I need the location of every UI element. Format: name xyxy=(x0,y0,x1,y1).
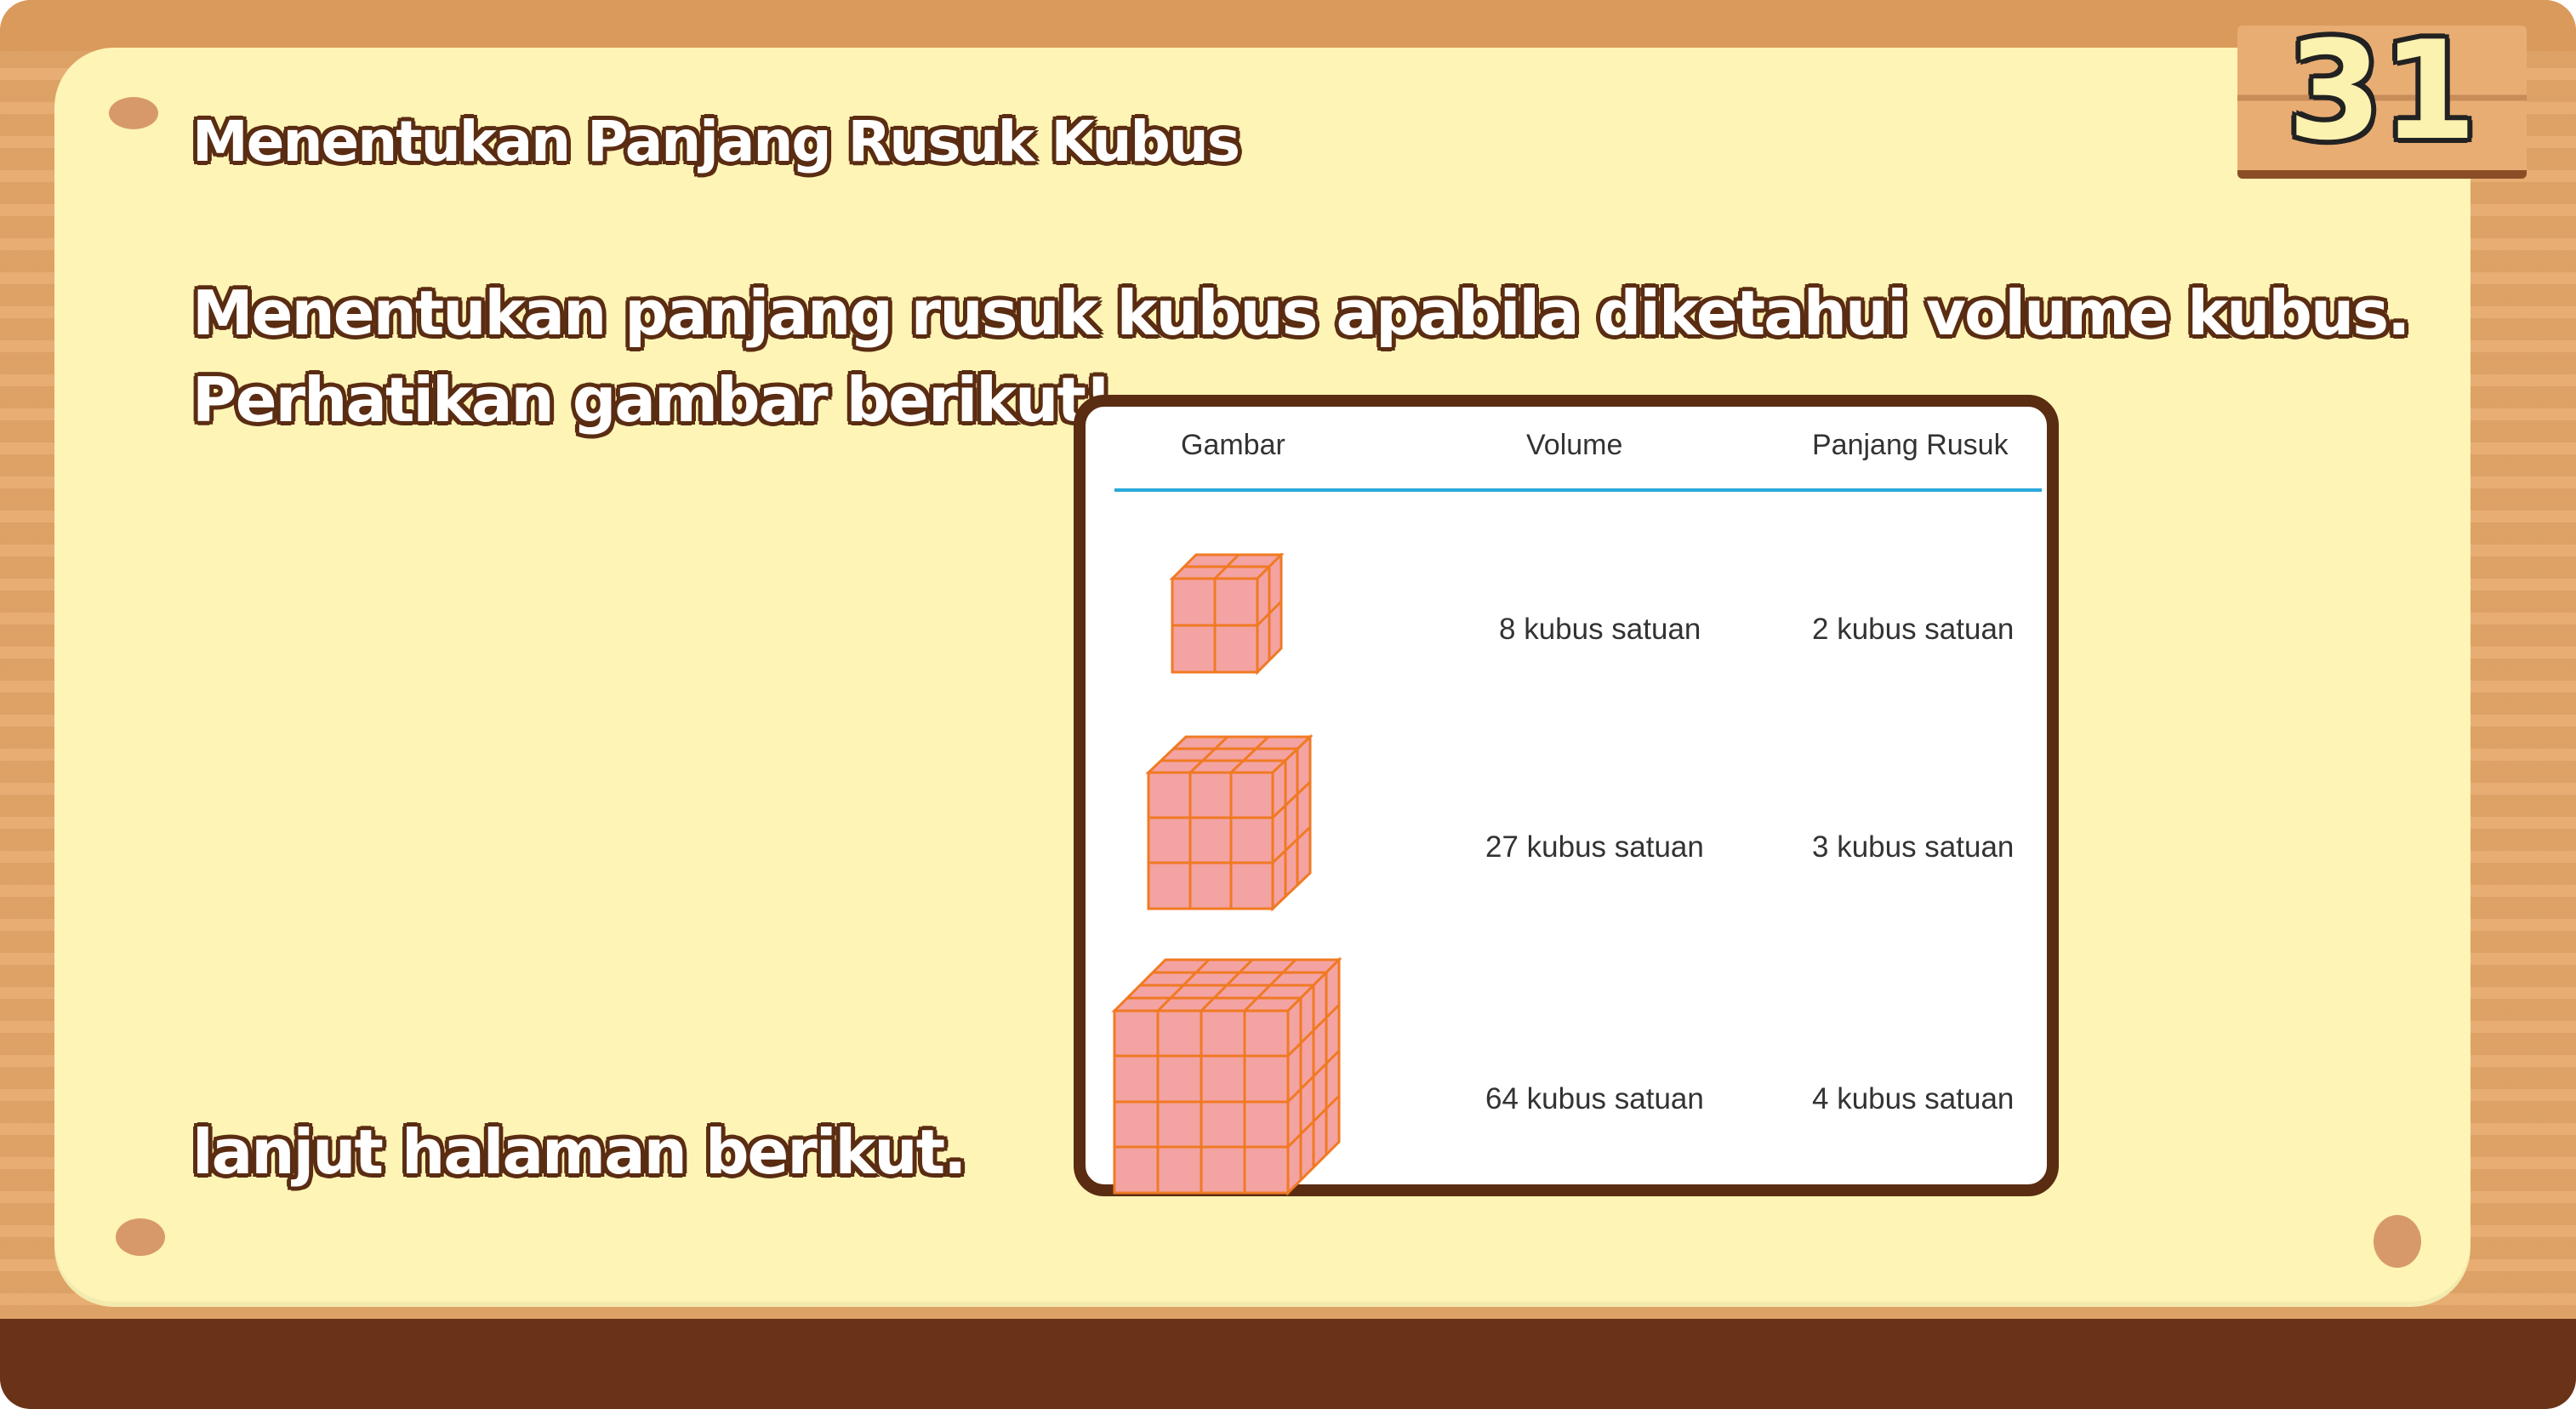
edge-row-2: 3 kubus satuan xyxy=(1812,830,2015,864)
board-bottom-edge xyxy=(0,1319,2576,1409)
nail-bottom-left xyxy=(116,1218,165,1256)
nail-top-left xyxy=(109,97,158,129)
lesson-title: Menentukan Panjang Rusuk Kubus xyxy=(192,109,1240,174)
cube-2x2x2-icon xyxy=(1169,553,1285,676)
cube-4x4x4-icon xyxy=(1111,956,1342,1196)
page-number: 31 xyxy=(2287,11,2477,170)
continue-note: lanjut halaman berikut. xyxy=(192,1116,966,1188)
nail-bottom-right xyxy=(2374,1215,2421,1268)
volume-row-2: 27 kubus satuan xyxy=(1485,830,1704,864)
edge-row-1: 2 kubus satuan xyxy=(1812,613,2015,646)
lesson-prompt: Perhatikan gambar berikut! xyxy=(192,364,1113,436)
volume-row-1: 8 kubus satuan xyxy=(1499,613,1701,646)
header-panjang-rusuk: Panjang Rusuk xyxy=(1812,429,2009,461)
header-divider xyxy=(1114,488,2042,492)
header-gambar: Gambar xyxy=(1181,429,1285,461)
header-volume: Volume xyxy=(1526,429,1623,461)
volume-row-3: 64 kubus satuan xyxy=(1485,1082,1704,1115)
lesson-instruction: Menentukan panjang rusuk kubus apabila d… xyxy=(192,277,2410,349)
cube-3x3x3-icon xyxy=(1145,733,1314,912)
cube-table: Gambar Volume Panjang Rusuk 8 kubus satu… xyxy=(1074,395,2059,1196)
board-top-edge xyxy=(0,0,2576,51)
edge-row-3: 4 kubus satuan xyxy=(1812,1082,2015,1115)
